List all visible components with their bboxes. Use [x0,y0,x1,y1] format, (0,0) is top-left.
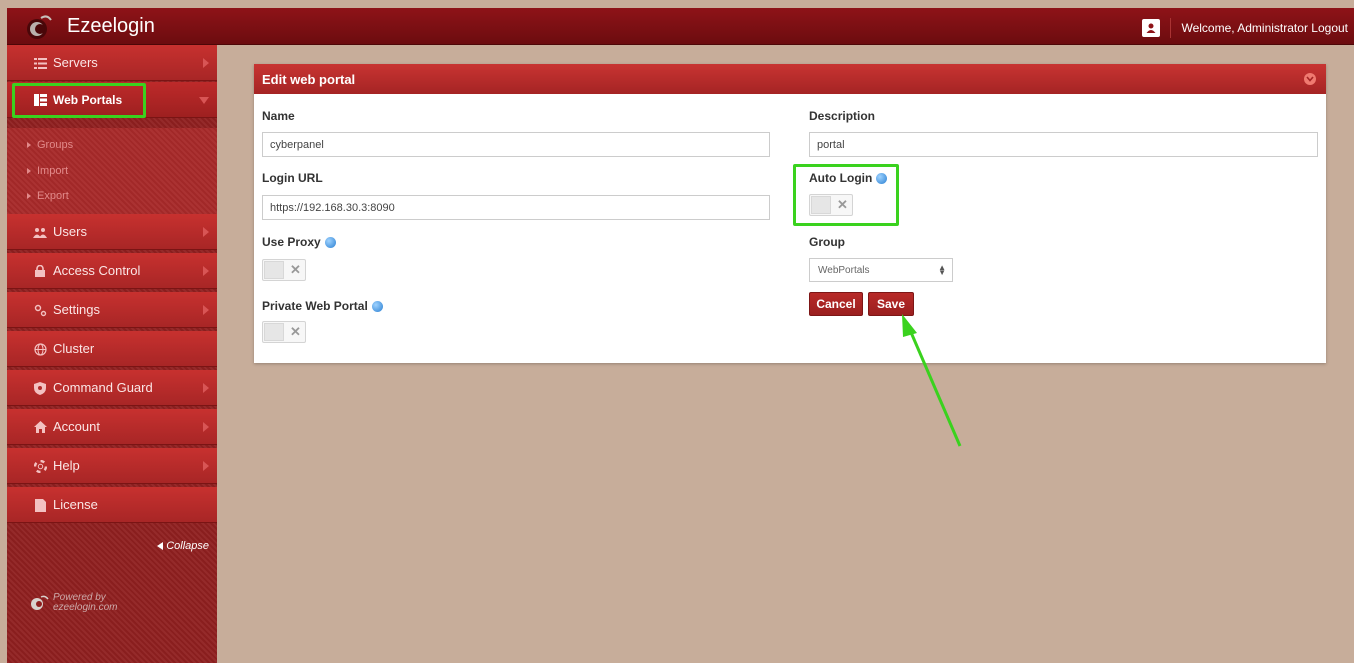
sidebar-item-label: Command Guard [53,380,153,395]
collapse-panel-icon[interactable] [1304,73,1316,85]
group-select[interactable]: WebPortals ▲ ▼ [809,258,953,282]
submenu-label: Groups [37,139,74,151]
ezeelogin-small-logo-icon [31,595,49,610]
toggle-knob [264,261,284,279]
sidebar-item-label: License [53,497,98,512]
submenu-item-import[interactable]: Import [27,165,68,177]
edit-web-portal-panel: Edit web portal Name Login URL Use Proxy… [254,64,1326,363]
toggle-knob [264,323,284,341]
sidebar-item-access-control[interactable]: Access Control [7,253,217,289]
description-label: Description [809,109,875,123]
sidebar-item-label: Account [53,419,100,434]
info-icon[interactable] [324,236,336,248]
sidebar-item-label: Servers [53,55,98,70]
lifebuoy-icon [33,459,47,473]
chevron-right-icon [203,58,209,68]
chevron-right-icon [203,227,209,237]
use-proxy-label-text: Use Proxy [262,235,321,249]
sidebar-item-label: Help [53,458,80,473]
chevron-right-icon [203,266,209,276]
bullet-icon [27,142,31,148]
sidebar-item-label: Access Control [53,263,141,278]
divider [1170,18,1172,38]
collapse-sidebar-button[interactable]: Collapse [157,540,209,552]
chevron-right-icon [203,305,209,315]
login-url-label: Login URL [262,171,323,185]
save-button[interactable]: Save [868,292,914,316]
ezeelogin-logo-icon [27,15,52,39]
group-selected-value: WebPortals [818,265,870,276]
chevron-right-icon [203,383,209,393]
name-label-text: Name [262,109,295,123]
submenu-item-groups[interactable]: Groups [27,139,73,151]
description-input[interactable] [809,132,1318,157]
document-icon [33,498,47,512]
sidebar-item-command-guard[interactable]: Command Guard [7,370,217,406]
use-proxy-toggle[interactable]: ✕ [262,259,306,281]
globe-icon [33,342,47,356]
shield-icon [33,381,47,395]
submenu-label: Export [37,190,69,202]
group-label-text: Group [809,235,845,249]
login-url-input[interactable] [262,195,770,220]
submenu-label: Import [37,165,69,177]
sidebar: Servers Web Portals Groups Import Export… [7,45,217,663]
login-url-label-text: Login URL [262,171,323,185]
list-icon [33,56,47,70]
users-icon [33,225,47,239]
sidebar-item-help[interactable]: Help [7,448,217,484]
name-label: Name [262,109,295,123]
sidebar-item-label: Settings [53,302,100,317]
sidebar-item-license[interactable]: License [7,487,217,523]
chevron-left-icon [157,542,164,550]
user-area: Welcome, Administrator Logout [1142,18,1348,38]
sidebar-item-label: Users [53,224,87,239]
name-input[interactable] [262,132,770,157]
chevron-right-icon [203,461,209,471]
user-icon[interactable] [1142,19,1161,37]
close-icon: ✕ [290,262,301,277]
highlight-box-auto-login [793,164,899,226]
submenu-item-export[interactable]: Export [27,190,69,202]
use-proxy-label: Use Proxy [262,235,336,249]
description-label-text: Description [809,109,876,123]
chevron-right-icon [203,422,209,432]
sidebar-item-label: Cluster [53,341,95,356]
panel-header: Edit web portal [254,64,1326,94]
logout-link[interactable]: Logout [1311,21,1348,35]
web-portals-submenu: Groups Import Export [7,128,217,214]
private-label-text: Private Web Portal [262,299,368,313]
gears-icon [33,303,47,317]
home-icon [33,420,47,434]
top-bar: Ezeelogin Welcome, Administrator Logout [7,8,1354,45]
collapse-label: Collapse [166,540,209,552]
info-icon[interactable] [371,300,383,312]
private-web-portal-toggle[interactable]: ✕ [262,321,306,343]
chevron-down-icon [199,97,209,104]
group-label: Group [809,235,845,249]
sidebar-item-servers[interactable]: Servers [7,45,217,81]
private-web-portal-label: Private Web Portal [262,299,383,313]
bullet-icon [27,168,31,174]
app-title: Ezeelogin [67,15,155,37]
close-icon: ✕ [290,324,301,339]
sidebar-item-account[interactable]: Account [7,409,217,445]
powered-by-logo: Powered by ezeelogin.com [29,593,117,613]
cancel-button[interactable]: Cancel [809,292,863,316]
lock-icon [33,264,47,278]
sidebar-item-settings[interactable]: Settings [7,292,217,328]
select-caret-icon: ▲ ▼ [938,263,946,277]
welcome-text: Welcome, Administrator [1181,21,1308,35]
sidebar-item-cluster[interactable]: Cluster [7,331,217,367]
highlight-box-web-portals [12,83,146,118]
panel-title: Edit web portal [262,72,356,87]
powered-by-site: ezeelogin.com [53,602,118,613]
sidebar-item-users[interactable]: Users [7,214,217,250]
bullet-icon [27,193,31,199]
